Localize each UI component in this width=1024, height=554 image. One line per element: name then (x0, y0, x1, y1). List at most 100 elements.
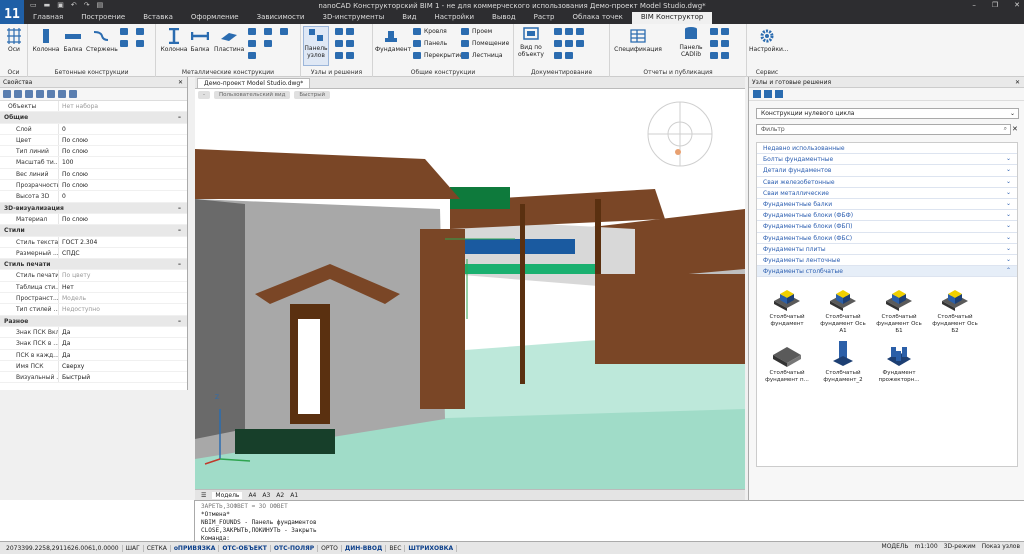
nodes-tool-3[interactable] (335, 52, 357, 59)
concrete-tool-3[interactable] (136, 28, 147, 35)
toggle-pickadd-icon[interactable] (25, 90, 33, 98)
view-name[interactable]: Пользовательский вид (214, 91, 291, 99)
viewport-menu[interactable]: - (198, 91, 210, 99)
foundation-item[interactable]: Столбчатый фундамент_2 (817, 339, 869, 384)
property-row[interactable]: Материал По слою (0, 213, 187, 226)
collapse-icon[interactable]: – (150, 225, 187, 235)
foundation-item[interactable]: Столбчатый фундамент Ось А1 (817, 283, 869, 335)
property-row[interactable]: Тип стилей ... Недоступно (0, 304, 187, 316)
foundation-item[interactable]: Столбчатый фундамент (761, 283, 813, 328)
category-item[interactable]: Фундаменты столбчатые ⌃ (757, 266, 1017, 278)
property-row[interactable]: Пространст... Модель (0, 293, 187, 305)
clear-filter-icon[interactable]: ✕ (1012, 125, 1018, 133)
category-item[interactable]: Сваи железобетонные ⌄ (757, 177, 1017, 188)
property-value[interactable]: Да (58, 349, 187, 360)
property-value[interactable]: Нет (58, 281, 187, 293)
minimize-icon[interactable]: – (972, 1, 976, 9)
nodes-tool-2[interactable] (335, 40, 357, 47)
property-value[interactable]: Быстрый (58, 372, 187, 383)
catalog-combo[interactable]: Конструкции нулевого цикла ⌄ (756, 108, 1019, 119)
property-value[interactable]: Да (58, 326, 187, 338)
filter-icon[interactable] (36, 90, 44, 98)
property-value[interactable]: По цвету (58, 270, 187, 281)
maximize-icon[interactable]: ❐ (992, 1, 998, 9)
property-section[interactable]: Общие – (0, 112, 187, 124)
status-toggle[interactable]: ВЕС (386, 544, 406, 552)
category-item[interactable]: Фундаменты ленточные ⌄ (757, 255, 1017, 267)
property-value[interactable]: 0 (58, 123, 187, 134)
status-toggle[interactable]: ОТС-ПОЛЯР (271, 544, 319, 552)
tab-view[interactable]: Вид (393, 12, 425, 24)
property-value[interactable]: По слою (58, 168, 187, 180)
property-value[interactable]: ГОСТ 2.304 (58, 236, 187, 247)
help-icon[interactable] (69, 90, 77, 98)
property-section[interactable]: Стили – (0, 225, 187, 237)
category-item[interactable]: Фундаменты плиты ⌄ (757, 244, 1017, 255)
axes-button[interactable]: Оси (2, 28, 26, 53)
collapse-icon[interactable]: – (150, 259, 187, 269)
foundation-item[interactable]: Столбчатый фундамент п... (761, 339, 813, 384)
category-item[interactable]: Фундаментные блоки (ФБФ) ⌄ (757, 210, 1017, 222)
tab-insert[interactable]: Вставка (134, 12, 182, 24)
property-row[interactable]: Цвет По слою (0, 134, 187, 147)
list-view-icon[interactable] (764, 90, 772, 98)
close-icon[interactable]: ✕ (1015, 79, 1020, 86)
grid-view-icon[interactable] (753, 90, 761, 98)
docs-tool-2[interactable] (554, 40, 587, 47)
specification-button[interactable]: Спецификация (614, 28, 662, 53)
tab-a2[interactable]: A2 (276, 492, 284, 499)
property-value[interactable]: По слою (58, 146, 187, 157)
metal-tool-2[interactable] (248, 40, 259, 47)
concrete-tool-2[interactable] (120, 40, 131, 47)
property-row[interactable]: Таблица сти... Нет (0, 281, 187, 294)
status-toggle[interactable]: ШАГ (123, 544, 144, 552)
category-item[interactable]: Недавно использованные (757, 143, 1017, 155)
objects-row[interactable]: Объекты Нет набора (0, 101, 187, 113)
property-value[interactable]: 0 (58, 191, 187, 202)
document-tab[interactable]: Демо-проект Model Studio.dwg* (197, 78, 311, 88)
tab-point-clouds[interactable]: Облака точек (563, 12, 631, 24)
reports-tool-2[interactable] (710, 40, 732, 47)
category-item[interactable]: Фундаментные блоки (ФБС) ⌄ (757, 233, 1017, 244)
stair-button[interactable]: Лестница (461, 52, 503, 59)
property-section[interactable]: 3D-визуализация – (0, 202, 187, 214)
metal-tool-3[interactable] (248, 52, 259, 59)
tree-view-icon[interactable] (775, 90, 783, 98)
property-row[interactable]: Высота 3D 0 (0, 191, 187, 203)
property-row[interactable]: Прозрачность По слою (0, 180, 187, 192)
property-row[interactable]: Тип линий По слою (0, 146, 187, 158)
property-value[interactable]: По слою (58, 134, 187, 146)
metal-tool-1[interactable] (248, 28, 259, 35)
tab-constraints[interactable]: Зависимости (248, 12, 314, 24)
property-value[interactable]: Да (58, 338, 187, 349)
room-button[interactable]: Помещение (461, 40, 509, 47)
property-value[interactable]: СПДС (58, 247, 187, 259)
plate-button[interactable]: Пластина (214, 28, 244, 53)
tab-annotate[interactable]: Оформление (182, 12, 248, 24)
tab-a3[interactable]: A3 (262, 492, 270, 499)
concrete-beam-button[interactable]: Балка (62, 28, 84, 53)
quick-select-icon[interactable] (14, 90, 22, 98)
layout-menu-icon[interactable]: ☰ (201, 492, 206, 499)
tab-build[interactable]: Построение (72, 12, 134, 24)
category-item[interactable]: Болты фундаментные ⌄ (757, 154, 1017, 166)
property-value[interactable]: Модель (58, 293, 187, 304)
status-toggle[interactable]: ДИН-ВВОД (342, 544, 387, 552)
filter-input[interactable]: Фильтр ⌕ (756, 124, 1011, 135)
category-item[interactable]: Сваи металлические ⌄ (757, 188, 1017, 199)
property-value[interactable]: По слою (58, 180, 187, 191)
cadlib-panel-button[interactable]: Панель CADlib (676, 26, 706, 58)
expand-icon[interactable] (58, 90, 66, 98)
category-item[interactable]: Детали фундаментов ⌄ (757, 165, 1017, 177)
metal-beam-button[interactable]: Балка (188, 28, 212, 53)
reports-tool-1[interactable] (710, 28, 732, 35)
property-value[interactable]: 100 (58, 157, 187, 168)
tab-a4[interactable]: A4 (248, 492, 256, 499)
settings-button[interactable]: Настройки... (749, 28, 789, 53)
view-by-object-button[interactable]: Вид по объекту (516, 26, 546, 58)
sort-icon[interactable] (47, 90, 55, 98)
tab-home[interactable]: Главная (24, 12, 72, 24)
tab-a1[interactable]: A1 (290, 492, 298, 499)
category-item[interactable]: Фундаментные балки ⌄ (757, 199, 1017, 211)
concrete-tool-1[interactable] (120, 28, 131, 35)
